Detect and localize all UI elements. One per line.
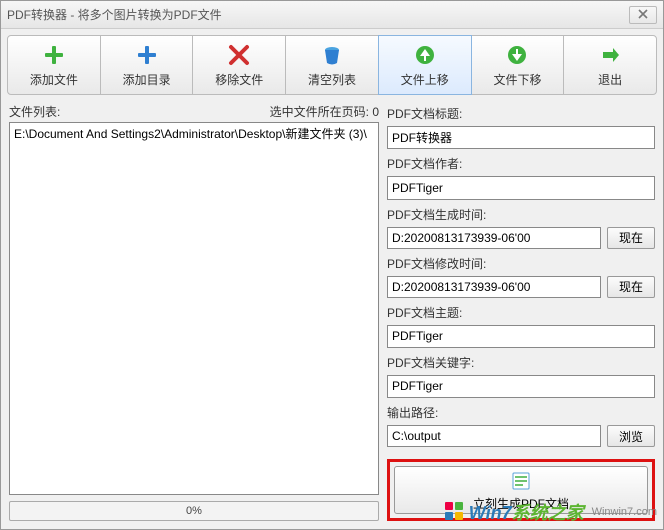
list-item[interactable]: E:\Document And Settings2\Administrator\… bbox=[14, 125, 374, 142]
arrow-up-icon bbox=[413, 43, 437, 67]
document-icon bbox=[509, 469, 533, 493]
exit-label: 退出 bbox=[598, 71, 622, 88]
pdf-create-input[interactable] bbox=[387, 227, 601, 249]
plus-green-icon bbox=[42, 43, 66, 67]
generate-highlight: 立刻生成PDF文档 bbox=[387, 459, 655, 521]
pdf-subject-label: PDF文档主题: bbox=[387, 304, 655, 321]
right-pane: PDF文档标题: PDF文档作者: PDF文档生成时间: 现在 PDF文档修改时… bbox=[387, 103, 655, 521]
move-down-button[interactable]: 文件下移 bbox=[471, 35, 565, 95]
x-red-icon bbox=[227, 43, 251, 67]
now-modify-button[interactable]: 现在 bbox=[607, 276, 655, 298]
generate-label: 立刻生成PDF文档 bbox=[473, 495, 569, 512]
plus-blue-icon bbox=[135, 43, 159, 67]
pdf-subject-input[interactable] bbox=[387, 325, 655, 348]
exit-button[interactable]: 退出 bbox=[563, 35, 657, 95]
pdf-keywords-label: PDF文档关键字: bbox=[387, 354, 655, 371]
move-up-label: 文件上移 bbox=[401, 71, 449, 88]
clear-label: 清空列表 bbox=[308, 71, 356, 88]
close-icon bbox=[638, 8, 648, 22]
pdf-title-label: PDF文档标题: bbox=[387, 105, 655, 122]
generate-pdf-button[interactable]: 立刻生成PDF文档 bbox=[394, 466, 648, 514]
page-info-label: 选中文件所在页码: 0 bbox=[270, 103, 379, 120]
close-button[interactable] bbox=[629, 6, 657, 24]
toolbar: 添加文件 添加目录 移除文件 清空列表 文件上移 bbox=[1, 29, 663, 99]
pdf-title-input[interactable] bbox=[387, 126, 655, 149]
remove-file-button[interactable]: 移除文件 bbox=[192, 35, 286, 95]
pdf-create-label: PDF文档生成时间: bbox=[387, 206, 655, 223]
output-path-label: 输出路径: bbox=[387, 404, 655, 421]
arrow-down-icon bbox=[505, 43, 529, 67]
pdf-modify-label: PDF文档修改时间: bbox=[387, 255, 655, 272]
progress-text: 0% bbox=[186, 505, 202, 517]
add-file-label: 添加文件 bbox=[30, 71, 78, 88]
move-down-label: 文件下移 bbox=[493, 71, 541, 88]
add-dir-label: 添加目录 bbox=[123, 71, 171, 88]
output-path-input[interactable] bbox=[387, 425, 601, 447]
clear-list-button[interactable]: 清空列表 bbox=[285, 35, 379, 95]
trash-icon bbox=[320, 43, 344, 67]
now-create-button[interactable]: 现在 bbox=[607, 227, 655, 249]
pdf-author-label: PDF文档作者: bbox=[387, 155, 655, 172]
app-window: PDF转换器 - 将多个图片转换为PDF文件 添加文件 添加目录 移除文件 bbox=[0, 0, 664, 530]
progress-bar: 0% bbox=[9, 501, 379, 521]
left-pane: 文件列表: 选中文件所在页码: 0 E:\Document And Settin… bbox=[9, 103, 379, 521]
file-list-label: 文件列表: bbox=[9, 103, 270, 120]
pdf-author-input[interactable] bbox=[387, 176, 655, 199]
exit-arrow-icon bbox=[598, 43, 622, 67]
add-dir-button[interactable]: 添加目录 bbox=[100, 35, 194, 95]
add-file-button[interactable]: 添加文件 bbox=[7, 35, 101, 95]
file-list[interactable]: E:\Document And Settings2\Administrator\… bbox=[9, 122, 379, 495]
browse-button[interactable]: 浏览 bbox=[607, 425, 655, 447]
content-area: 文件列表: 选中文件所在页码: 0 E:\Document And Settin… bbox=[1, 99, 663, 529]
window-title: PDF转换器 - 将多个图片转换为PDF文件 bbox=[7, 6, 629, 23]
move-up-button[interactable]: 文件上移 bbox=[378, 35, 472, 95]
left-header: 文件列表: 选中文件所在页码: 0 bbox=[9, 103, 379, 120]
pdf-keywords-input[interactable] bbox=[387, 375, 655, 398]
titlebar: PDF转换器 - 将多个图片转换为PDF文件 bbox=[1, 1, 663, 29]
pdf-modify-input[interactable] bbox=[387, 276, 601, 298]
remove-label: 移除文件 bbox=[215, 71, 263, 88]
